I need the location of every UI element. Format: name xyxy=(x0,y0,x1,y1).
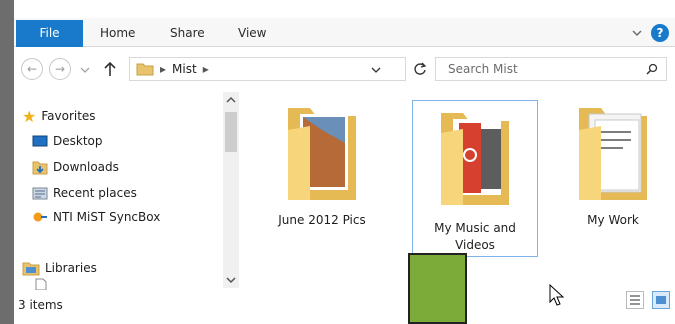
view-switcher xyxy=(626,291,670,309)
forward-icon[interactable]: → xyxy=(49,58,71,80)
nav-item-nti-mist-syncbox[interactable]: NTI MiST SyncBox xyxy=(32,207,160,227)
documents-folder-icon xyxy=(579,108,647,200)
breadcrumb-separator: ▸ xyxy=(160,62,167,76)
nav-favorites-label: Favorites xyxy=(41,109,96,123)
address-bar[interactable]: ▸ Mist ▸ xyxy=(129,57,406,81)
search-icon[interactable] xyxy=(646,63,658,75)
expand-ribbon-icon[interactable] xyxy=(631,28,643,38)
nav-favorites[interactable]: ★ Favorites xyxy=(22,106,96,126)
nav-libraries[interactable]: Libraries xyxy=(22,258,97,278)
tab-home[interactable]: Home xyxy=(100,20,135,47)
music-folder-icon xyxy=(441,113,509,205)
refresh-icon[interactable] xyxy=(413,62,427,76)
nav-scrollbar[interactable] xyxy=(223,92,239,288)
folder-my-music-and-videos[interactable]: My Music and Videos xyxy=(412,100,538,257)
photo-folder-icon xyxy=(288,108,356,200)
nav-item-desktop[interactable]: Desktop xyxy=(32,131,103,151)
status-bar: 3 items xyxy=(14,292,675,318)
details-view-icon[interactable] xyxy=(626,291,644,309)
search-input[interactable]: Search Mist xyxy=(435,57,667,81)
item-label: June 2012 Pics xyxy=(278,213,366,227)
item-count: 3 items xyxy=(18,298,63,312)
ribbon-controls: ? xyxy=(631,24,669,42)
breadcrumb-mist[interactable]: Mist xyxy=(172,62,197,76)
nav-item-downloads[interactable]: Downloads xyxy=(32,157,119,177)
tab-share[interactable]: Share xyxy=(170,20,205,47)
recent-places-icon xyxy=(32,187,48,199)
navigation-pane: ★ Favorites Desktop Downloads Recent pla… xyxy=(14,90,239,290)
explorer-window: File Home Share View ? ← → ▸ Mist ▸ Sear… xyxy=(14,0,675,324)
nav-item-recent-places[interactable]: Recent places xyxy=(32,183,137,203)
ribbon-bar: File Home Share View ? xyxy=(14,18,675,47)
libraries-icon xyxy=(22,262,40,275)
scroll-thumb[interactable] xyxy=(225,112,237,152)
star-icon: ★ xyxy=(22,106,37,126)
tab-view[interactable]: View xyxy=(238,20,266,47)
search-placeholder: Search Mist xyxy=(448,62,518,76)
nav-item-label: NTI MiST SyncBox xyxy=(53,210,161,224)
nav-libraries-label: Libraries xyxy=(45,261,97,275)
syncbox-icon xyxy=(33,212,47,222)
item-label: My Music and Videos xyxy=(434,221,516,252)
green-overlay-box xyxy=(408,253,467,324)
scroll-up-icon[interactable] xyxy=(226,96,236,104)
breadcrumb-separator: ▸ xyxy=(202,62,209,76)
item-label: My Work xyxy=(587,213,639,227)
document-icon xyxy=(35,278,47,290)
folder-my-work[interactable]: My Work xyxy=(550,100,675,240)
mouse-cursor-icon xyxy=(549,284,565,306)
nav-item-label: Downloads xyxy=(53,160,119,174)
folder-june-2012-pics[interactable]: June 2012 Pics xyxy=(259,100,385,240)
back-icon[interactable]: ← xyxy=(21,58,43,80)
nav-item-label: Recent places xyxy=(53,186,137,200)
help-icon[interactable]: ? xyxy=(651,24,669,42)
up-arrow-icon[interactable] xyxy=(103,61,117,77)
nav-item-label: Desktop xyxy=(53,134,103,148)
desktop-icon xyxy=(32,135,48,146)
folder-icon xyxy=(136,63,154,76)
recent-locations-icon[interactable] xyxy=(80,66,90,74)
scroll-down-icon[interactable] xyxy=(226,276,236,284)
downloads-icon xyxy=(32,161,48,174)
address-dropdown-icon[interactable] xyxy=(371,66,381,74)
large-icons-view-icon[interactable] xyxy=(652,291,670,309)
tab-file[interactable]: File xyxy=(16,20,83,47)
address-row: ← → ▸ Mist ▸ Search Mist xyxy=(14,52,675,86)
